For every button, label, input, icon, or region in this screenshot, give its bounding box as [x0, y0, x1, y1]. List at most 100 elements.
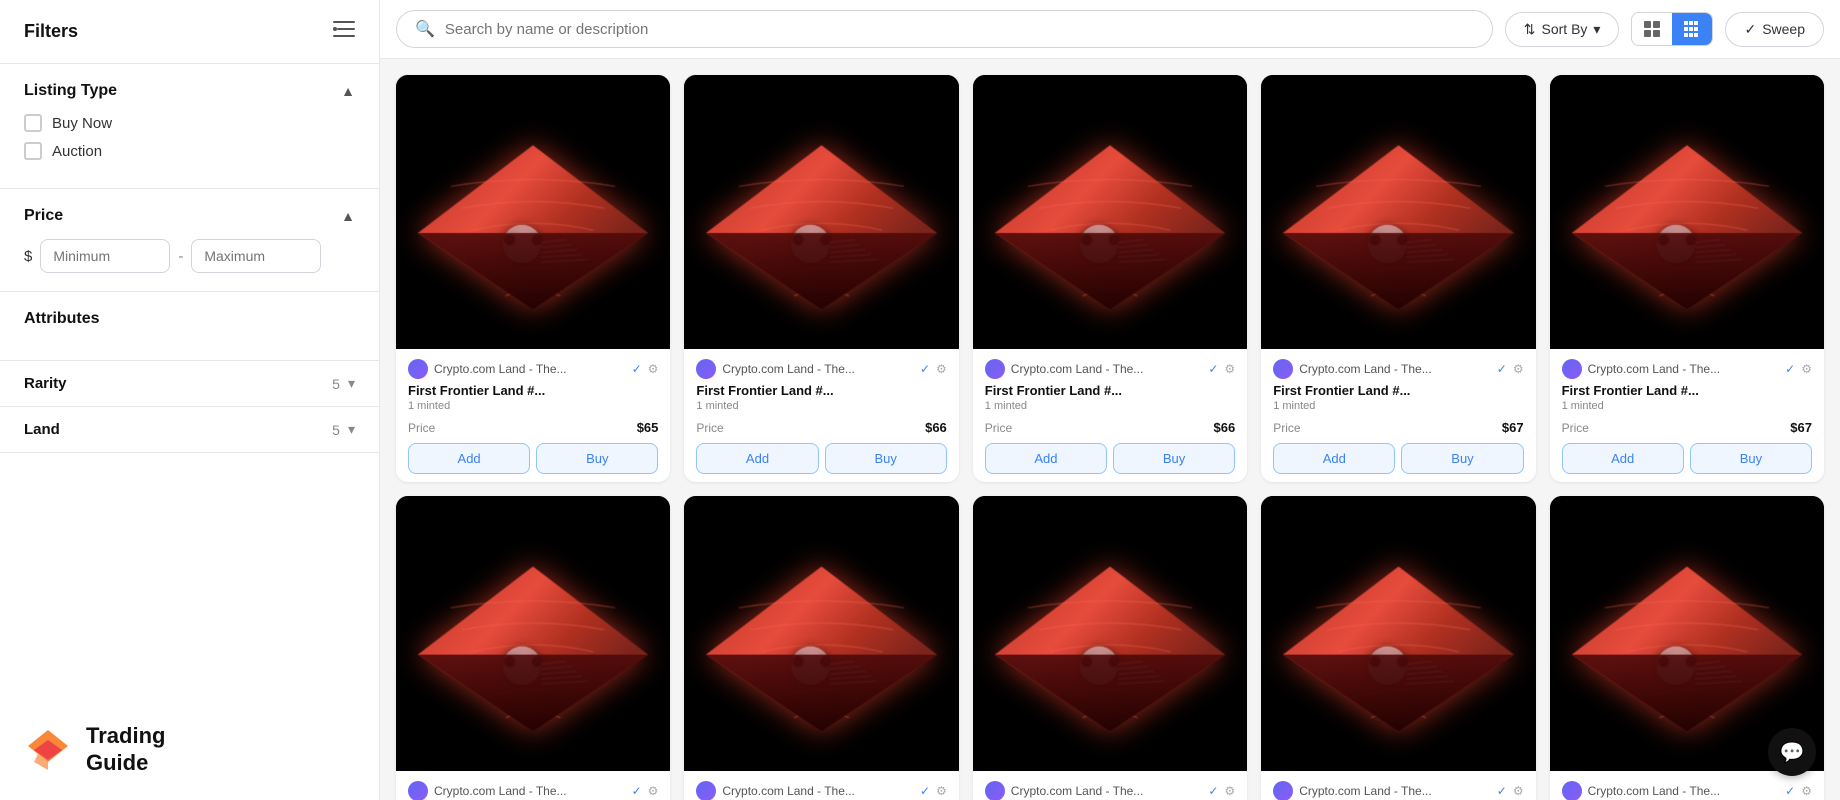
- listing-type-header[interactable]: Listing Type ▲: [24, 82, 355, 100]
- verified-icon: ✓: [632, 362, 642, 376]
- price-chevron: ▲: [341, 208, 355, 224]
- nft-avatar: [1273, 781, 1293, 800]
- auction-checkbox[interactable]: [24, 142, 42, 160]
- verified-icon: ✓: [1497, 362, 1507, 376]
- chat-icon: 💬: [1780, 740, 1805, 765]
- nft-minted: 1 minted: [1273, 400, 1523, 412]
- sort-label: Sort By: [1542, 21, 1588, 37]
- nft-name-row: First Frontier Land #...: [696, 383, 946, 398]
- nft-info: Crypto.com Land - The... ✓ ⚙ First Front…: [973, 771, 1247, 800]
- nft-grid: Crypto.com Land - The... ✓ ⚙ First Front…: [396, 75, 1824, 800]
- nft-image-container: [1261, 75, 1535, 349]
- price-value: $66: [1213, 420, 1235, 435]
- nft-image-container: [973, 496, 1247, 770]
- sort-button[interactable]: ⇅ Sort By ▾: [1505, 12, 1620, 47]
- nft-settings-icon: ⚙: [936, 784, 947, 798]
- nft-collection-name: Crypto.com Land - The...: [1011, 362, 1203, 376]
- sweep-label: Sweep: [1762, 21, 1805, 37]
- nft-settings-icon: ⚙: [648, 784, 659, 798]
- nft-card: Crypto.com Land - The... ✓ ⚙ First Front…: [1550, 75, 1824, 482]
- nft-name: First Frontier Land #...: [696, 383, 946, 398]
- add-button[interactable]: Add: [408, 443, 530, 474]
- nft-price-row: Price $67: [1562, 420, 1812, 435]
- nft-actions: Add Buy: [408, 443, 658, 474]
- grid-view-button[interactable]: [1632, 13, 1672, 45]
- land-row[interactable]: Land 5 ▾: [0, 407, 379, 453]
- nft-info: Crypto.com Land - The... ✓ ⚙ First Front…: [684, 349, 958, 482]
- verified-icon: ✓: [632, 784, 642, 798]
- nft-card: Crypto.com Land - The... ✓ ⚙ First Front…: [1261, 496, 1535, 800]
- sweep-button[interactable]: ✓ Sweep: [1725, 12, 1824, 47]
- nft-info: Crypto.com Land - The... ✓ ⚙ First Front…: [684, 771, 958, 800]
- sweep-check-icon: ✓: [1744, 21, 1756, 38]
- search-input[interactable]: [445, 21, 1474, 38]
- topbar: 🔍 ⇅ Sort By ▾: [380, 0, 1840, 59]
- price-value: $67: [1790, 420, 1812, 435]
- buy-now-checkbox[interactable]: [24, 114, 42, 132]
- buy-button[interactable]: Buy: [1690, 443, 1812, 474]
- price-label: Price: [1562, 421, 1589, 435]
- nft-actions: Add Buy: [1562, 443, 1812, 474]
- buy-button[interactable]: Buy: [536, 443, 658, 474]
- nft-collection-name: Crypto.com Land - The...: [1588, 784, 1780, 798]
- logo-text: Trading Guide: [86, 723, 165, 776]
- verified-icon: ✓: [1208, 784, 1218, 798]
- land-right: 5 ▾: [332, 421, 355, 438]
- price-value: $66: [925, 420, 947, 435]
- price-section-header[interactable]: Price ▲: [24, 207, 355, 225]
- filter-toggle-icon[interactable]: [333, 20, 355, 43]
- listing-type-title: Listing Type: [24, 82, 117, 100]
- nft-name: First Frontier Land #...: [408, 383, 658, 398]
- chat-bubble[interactable]: 💬: [1768, 728, 1816, 776]
- buy-button[interactable]: Buy: [1113, 443, 1235, 474]
- buy-button[interactable]: Buy: [1401, 443, 1523, 474]
- auction-label: Auction: [52, 143, 102, 160]
- price-value: $67: [1502, 420, 1524, 435]
- nft-collection-name: Crypto.com Land - The...: [1011, 784, 1203, 798]
- price-section: Price ▲ $ -: [0, 189, 379, 292]
- nft-info: Crypto.com Land - The... ✓ ⚙ First Front…: [396, 349, 670, 482]
- add-button[interactable]: Add: [1273, 443, 1395, 474]
- nft-card: Crypto.com Land - The... ✓ ⚙ First Front…: [973, 496, 1247, 800]
- list-view-button[interactable]: [1672, 13, 1712, 45]
- filters-title: Filters: [24, 21, 78, 42]
- nft-image-container: [1261, 496, 1535, 770]
- nft-collection-name: Crypto.com Land - The...: [1588, 362, 1780, 376]
- add-button[interactable]: Add: [985, 443, 1107, 474]
- price-currency: $: [24, 248, 32, 265]
- nft-collection-name: Crypto.com Land - The...: [1299, 784, 1491, 798]
- add-button[interactable]: Add: [696, 443, 818, 474]
- rarity-row[interactable]: Rarity 5 ▾: [0, 361, 379, 407]
- nft-collection-name: Crypto.com Land - The...: [722, 362, 914, 376]
- nft-settings-icon: ⚙: [648, 362, 659, 376]
- nft-avatar: [1562, 781, 1582, 800]
- nft-settings-icon: ⚙: [1224, 784, 1235, 798]
- price-label: Price: [1273, 421, 1300, 435]
- nft-card: Crypto.com Land - The... ✓ ⚙ First Front…: [1261, 75, 1535, 482]
- price-value: $65: [637, 420, 659, 435]
- nft-name: First Frontier Land #...: [1562, 383, 1812, 398]
- nft-settings-icon: ⚙: [1513, 362, 1524, 376]
- nft-price-row: Price $66: [696, 420, 946, 435]
- price-label: Price: [696, 421, 723, 435]
- price-max-input[interactable]: [191, 239, 321, 273]
- buy-button[interactable]: Buy: [825, 443, 947, 474]
- nft-collection-row: Crypto.com Land - The... ✓ ⚙: [696, 781, 946, 800]
- nft-info: Crypto.com Land - The... ✓ ⚙ First Front…: [1550, 349, 1824, 482]
- rarity-right: 5 ▾: [332, 375, 355, 392]
- add-button[interactable]: Add: [1562, 443, 1684, 474]
- price-min-input[interactable]: [40, 239, 170, 273]
- nft-minted: 1 minted: [696, 400, 946, 412]
- sidebar: Filters Listing Type ▲ Buy Now Auction P…: [0, 0, 380, 800]
- nft-image: [684, 496, 958, 770]
- nft-avatar: [696, 781, 716, 800]
- attributes-header[interactable]: Attributes: [24, 310, 355, 328]
- nft-collection-row: Crypto.com Land - The... ✓ ⚙: [1273, 359, 1523, 379]
- nft-image-container: [973, 75, 1247, 349]
- nft-image-container: [396, 75, 670, 349]
- view-toggle: [1631, 12, 1713, 46]
- rarity-chevron: ▾: [348, 375, 355, 392]
- land-count: 5: [332, 422, 340, 438]
- nft-actions: Add Buy: [696, 443, 946, 474]
- nft-collection-row: Crypto.com Land - The... ✓ ⚙: [408, 781, 658, 800]
